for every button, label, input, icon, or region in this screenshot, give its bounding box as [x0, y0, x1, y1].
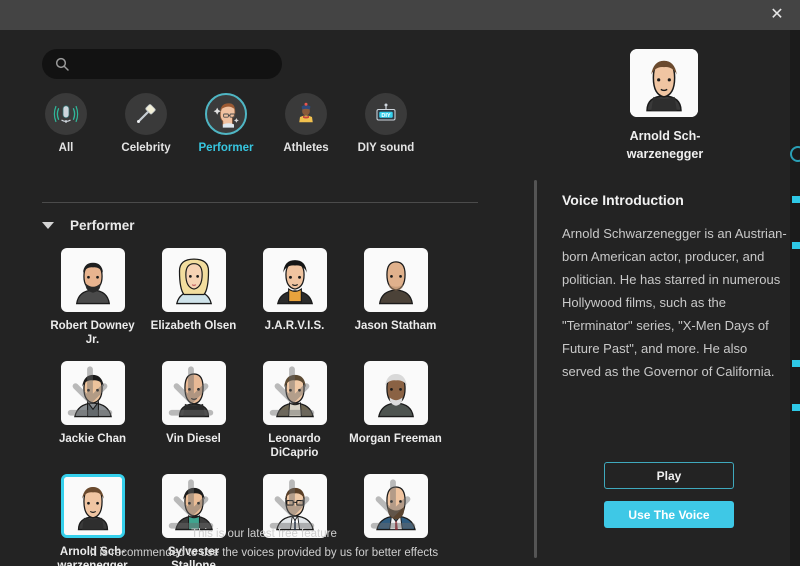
- voice-introduction-body: Arnold Schwarzenegger is an Austrian-bor…: [562, 226, 787, 379]
- svg-text:DIY: DIY: [381, 113, 391, 119]
- voice-name: Vin Diesel: [166, 433, 221, 445]
- detail-name-line-1: Arnold Sch-: [629, 129, 701, 143]
- voice-item[interactable]: J.A.R.V.I.S.: [244, 248, 345, 347]
- category-label: DIY sound: [357, 142, 415, 154]
- voice-introduction-title: Voice Introduction: [562, 192, 684, 208]
- voice-item[interactable]: Leonardo DiCaprio: [244, 361, 345, 460]
- background-chip: [792, 242, 800, 249]
- category-label: Celebrity: [121, 142, 171, 154]
- use-the-voice-button[interactable]: Use The Voice: [604, 501, 734, 528]
- section-title: Performer: [70, 218, 135, 233]
- category-label: Performer: [198, 142, 254, 154]
- microphone-waves-icon: [45, 93, 87, 135]
- voice-changer-dialog: ✕ All Celebrity Performer Athletes DIY D…: [0, 0, 800, 566]
- voice-name: Jackie Chan: [58, 433, 127, 445]
- chevron-down-icon: [42, 222, 54, 229]
- horizontal-divider: [42, 202, 478, 203]
- category-athletes[interactable]: Athletes: [274, 93, 338, 154]
- category-label: Athletes: [283, 142, 329, 154]
- voice-name: Morgan Freeman: [349, 433, 442, 445]
- background-chip: [792, 196, 800, 203]
- background-app-strip: [790, 0, 800, 566]
- athlete-icon: [285, 93, 327, 135]
- download-icon[interactable]: [61, 362, 119, 420]
- dialog-body: All Celebrity Performer Athletes DIY DIY…: [0, 30, 790, 566]
- voice-avatar: [363, 361, 428, 425]
- voice-item[interactable]: Elizabeth Olsen: [143, 248, 244, 347]
- voice-name: Robert Downey Jr.: [50, 320, 135, 346]
- play-button[interactable]: Play: [604, 462, 734, 489]
- detail-name: Arnold Sch- warzenegger: [540, 127, 790, 163]
- voice-name: Leonardo DiCaprio: [268, 433, 321, 459]
- category-performer[interactable]: Performer: [194, 93, 258, 154]
- voice-item[interactable]: Jason Statham: [345, 248, 446, 347]
- section-header-performer[interactable]: Performer: [42, 218, 135, 233]
- detail-name-line-2: warzenegger: [626, 147, 704, 161]
- voice-avatar: [262, 248, 327, 312]
- voice-detail-panel: Arnold Sch- warzenegger Voice Introducti…: [540, 30, 790, 566]
- footer-note: This is our latest free feature It is re…: [0, 525, 528, 563]
- search-input[interactable]: [78, 57, 270, 71]
- download-icon[interactable]: [162, 362, 220, 420]
- detail-avatar: [630, 49, 698, 117]
- voice-avatar: [60, 361, 125, 425]
- voice-browser-panel: All Celebrity Performer Athletes DIY DIY…: [0, 30, 528, 566]
- diy-sign-icon: DIY: [365, 93, 407, 135]
- voice-item[interactable]: Morgan Freeman: [345, 361, 446, 460]
- vertical-divider: [534, 180, 537, 558]
- category-tabs: All Celebrity Performer Athletes DIY DIY…: [34, 93, 418, 154]
- category-all[interactable]: All: [34, 93, 98, 154]
- voice-avatar: [363, 248, 428, 312]
- voice-name: Jason Statham: [354, 320, 437, 332]
- category-label: All: [58, 142, 74, 154]
- voice-item[interactable]: Robert Downey Jr.: [42, 248, 143, 347]
- voice-avatar: [161, 248, 226, 312]
- category-celebrity[interactable]: Celebrity: [114, 93, 178, 154]
- voice-name: Elizabeth Olsen: [150, 320, 237, 332]
- face-profile-icon: [205, 93, 247, 135]
- footer-line-2: It is recommended to use the voices prov…: [89, 547, 439, 559]
- search-bar[interactable]: [42, 49, 282, 79]
- close-icon[interactable]: ✕: [754, 0, 800, 30]
- background-chip: [792, 360, 800, 367]
- voice-grid: Robert Downey Jr. Elizabeth Olsen J.A.R.V.…: [42, 248, 522, 566]
- download-icon[interactable]: [263, 362, 321, 420]
- footer-line-1: This is our latest free feature: [191, 528, 337, 540]
- background-chip: [792, 404, 800, 411]
- voice-name: J.A.R.V.I.S.: [264, 320, 325, 332]
- voice-avatar: [161, 361, 226, 425]
- category-diy-sound[interactable]: DIY DIY sound: [354, 93, 418, 154]
- dropper-icon: [125, 93, 167, 135]
- search-icon: [55, 57, 69, 71]
- voice-avatar: [60, 248, 125, 312]
- title-bar: ✕: [0, 0, 800, 30]
- voice-avatar: [262, 361, 327, 425]
- voice-item[interactable]: Vin Diesel: [143, 361, 244, 460]
- background-ring-icon: [790, 146, 800, 162]
- voice-item[interactable]: Jackie Chan: [42, 361, 143, 460]
